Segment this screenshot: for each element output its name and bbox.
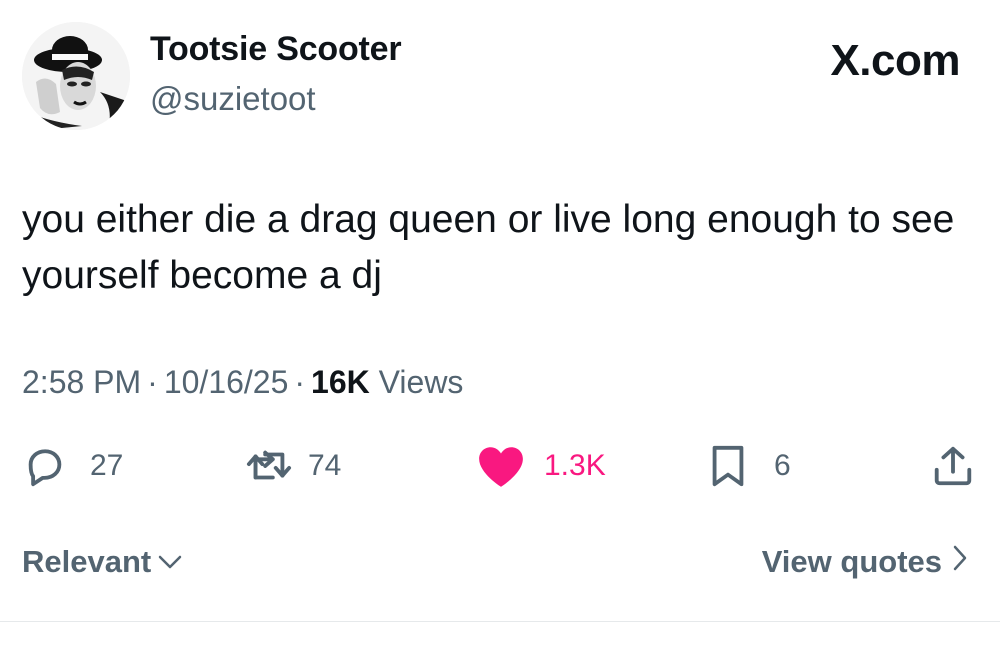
heart-icon bbox=[476, 443, 526, 489]
chevron-right-icon bbox=[952, 544, 968, 580]
repost-button[interactable]: 74 bbox=[244, 440, 341, 492]
views-label: Views bbox=[378, 364, 464, 400]
view-quotes-link[interactable]: View quotes bbox=[762, 544, 968, 580]
share-button[interactable] bbox=[930, 440, 976, 492]
avatar-image bbox=[22, 22, 130, 130]
display-name[interactable]: Tootsie Scooter bbox=[150, 30, 402, 69]
tweet-time[interactable]: 2:58 PM bbox=[22, 364, 141, 400]
sort-label: Relevant bbox=[22, 544, 152, 579]
meta-separator: · bbox=[147, 364, 158, 400]
views-count: 16K bbox=[311, 364, 370, 400]
tweet-date[interactable]: 10/16/25 bbox=[164, 364, 289, 400]
like-count: 1.3K bbox=[544, 449, 606, 482]
section-divider bbox=[0, 621, 1000, 622]
avatar[interactable] bbox=[22, 22, 130, 130]
reply-count: 27 bbox=[90, 449, 124, 482]
sort-dropdown[interactable]: Relevant bbox=[22, 544, 183, 580]
tweet-meta: 2:58 PM · 10/16/25 · 16K Views bbox=[22, 364, 463, 401]
bookmark-count: 6 bbox=[774, 449, 791, 482]
brand-logo: X.com bbox=[830, 36, 960, 85]
view-quotes-label: View quotes bbox=[761, 544, 942, 579]
reply-button[interactable]: 27 bbox=[22, 440, 123, 492]
repost-count: 74 bbox=[308, 449, 342, 482]
meta-separator: · bbox=[294, 364, 306, 400]
share-icon bbox=[930, 443, 976, 489]
bookmark-icon bbox=[708, 443, 748, 489]
chevron-down-icon bbox=[157, 544, 183, 580]
like-button[interactable]: 1.3K bbox=[476, 440, 606, 492]
tweet-text: you either die a drag queen or live long… bbox=[22, 198, 955, 297]
reply-icon bbox=[22, 443, 68, 489]
repost-icon bbox=[244, 443, 294, 489]
username-handle[interactable]: @suzietoot bbox=[150, 80, 316, 118]
bookmark-button[interactable]: 6 bbox=[708, 440, 791, 492]
